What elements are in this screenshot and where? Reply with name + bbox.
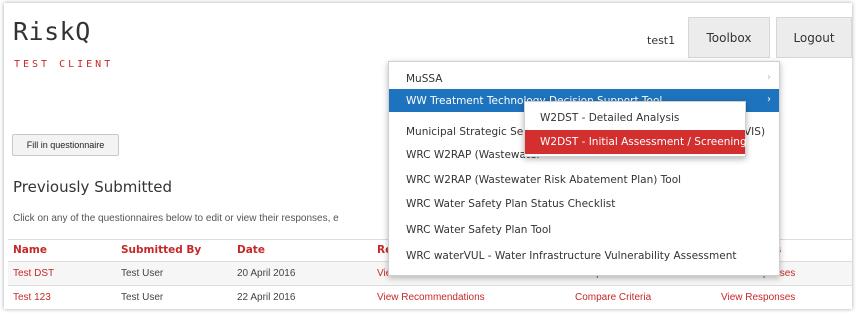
menu-item-label: WRC Water Safety Plan Status Checklist (406, 197, 616, 210)
menu-item-watervul[interactable]: WRC waterVUL - Water Infrastructure Vuln… (389, 244, 779, 267)
submenu-item-detailed-analysis[interactable]: W2DST - Detailed Analysis (525, 106, 745, 130)
submenu-item-initial-assessment[interactable]: W2DST - Initial Assessment / Screening (525, 130, 747, 154)
w2dst-submenu: W2DST - Detailed Analysis W2DST - Initia… (524, 101, 747, 157)
row-submitted-by: Test User (121, 268, 164, 279)
app-window: RiskQ TEST CLIENT test1 Toolbox Logout F… (4, 3, 852, 309)
menu-item-label: WRC W2RAP (Wastewater (406, 148, 541, 161)
menu-item-label-tail: VIS) (744, 125, 766, 138)
section-title: Previously Submitted (13, 178, 173, 196)
menu-item-label: MuSSA (406, 72, 443, 85)
row-name-link[interactable]: Test 123 (13, 292, 51, 303)
toolbox-dropdown-menu: MuSSA › WW Treatment Technology Decision… (388, 61, 780, 276)
row-date: 20 April 2016 (237, 268, 296, 279)
menu-item-label: WRC Water Safety Plan Tool (406, 223, 552, 236)
username: test1 (647, 34, 676, 47)
menu-item-wsp-checklist[interactable]: WRC Water Safety Plan Status Checklist (389, 192, 779, 215)
col-header-date: Date (237, 244, 265, 256)
instruction-text: Click on any of the questionnaires below… (13, 213, 339, 224)
logout-button[interactable]: Logout (776, 17, 852, 58)
menu-item-wsp-tool[interactable]: WRC Water Safety Plan Tool (389, 218, 779, 241)
view-recommendations-link[interactable]: View Recommendations (377, 292, 485, 303)
toolbox-button[interactable]: Toolbox (688, 17, 770, 58)
menu-item-label: Municipal Strategic Self- (406, 125, 534, 138)
fill-questionnaire-button[interactable]: Fill in questionnaire (12, 134, 119, 156)
menu-item-mussa[interactable]: MuSSA › (389, 67, 779, 90)
chevron-right-icon: › (767, 72, 771, 83)
col-header-name: Name (13, 244, 47, 256)
menu-item-label: WRC W2RAP (Wastewater Risk Abatement Pla… (406, 173, 682, 186)
app-logo[interactable]: RiskQ (13, 17, 91, 46)
client-name: TEST CLIENT (14, 59, 114, 70)
table-divider (8, 285, 852, 286)
row-submitted-by: Test User (121, 292, 164, 303)
view-responses-link[interactable]: View Responses (721, 292, 795, 303)
chevron-right-icon: › (767, 94, 771, 105)
row-name-link[interactable]: Test DST (13, 268, 54, 279)
col-header-submitted-by: Submitted By (121, 244, 202, 256)
menu-item-wrc-w2rap-tool[interactable]: WRC W2RAP (Wastewater Risk Abatement Pla… (389, 168, 779, 191)
compare-criteria-link[interactable]: Compare Criteria (575, 292, 651, 303)
menu-item-label: WRC waterVUL - Water Infrastructure Vuln… (406, 249, 737, 262)
row-date: 22 April 2016 (237, 292, 296, 303)
